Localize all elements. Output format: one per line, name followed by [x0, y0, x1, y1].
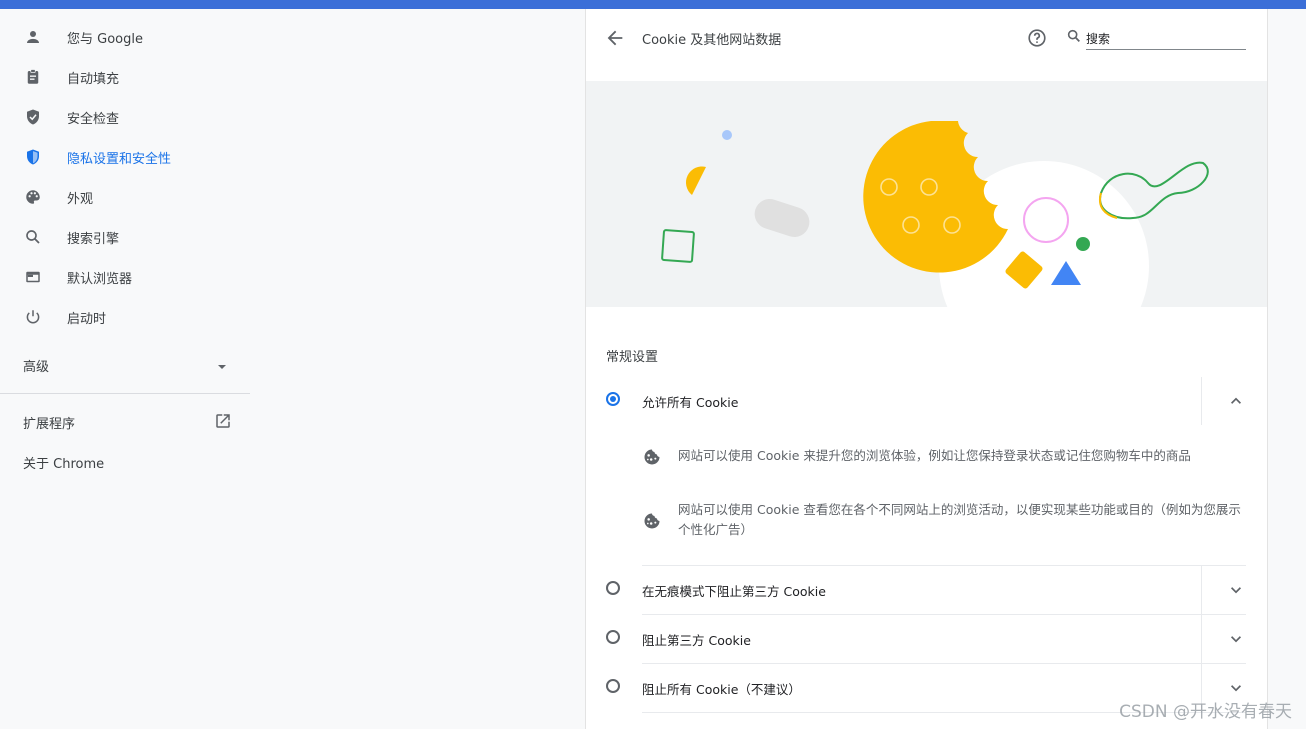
vertical-divider — [1201, 615, 1202, 663]
cookie-icon — [642, 511, 662, 531]
shield-check-icon — [23, 107, 43, 127]
watermark: CSDN @开水没有春天 — [1119, 702, 1292, 722]
clipboard-icon — [23, 67, 43, 87]
open-external-icon — [214, 412, 232, 434]
sidebar-item-appearance[interactable]: 外观 — [0, 177, 250, 217]
sidebar-item-label: 启动时 — [67, 311, 107, 327]
search-input[interactable] — [1086, 27, 1246, 50]
top-bar — [0, 0, 1306, 9]
sidebar-item-extensions[interactable]: 扩展程序 — [0, 401, 250, 441]
radio-button[interactable] — [606, 392, 620, 406]
sidebar-item-safety-check[interactable]: 安全检查 — [0, 97, 250, 137]
option-label: 阻止第三方 Cookie — [642, 633, 751, 648]
sidebar-item-autofill[interactable]: 自动填充 — [0, 57, 250, 97]
sidebar-item-privacy[interactable]: 隐私设置和安全性 — [0, 137, 250, 177]
extensions-label: 扩展程序 — [23, 417, 76, 432]
cookie-icon — [642, 447, 662, 467]
chevron-up-icon[interactable] — [1226, 391, 1246, 411]
sidebar-advanced-toggle[interactable]: 高级 — [0, 344, 250, 384]
back-arrow-icon[interactable] — [604, 27, 626, 49]
radio-button[interactable] — [606, 630, 620, 644]
power-icon — [23, 307, 43, 327]
sidebar-item-default-browser[interactable]: 默认浏览器 — [0, 257, 250, 297]
sidebar-item-label: 您与 Google — [67, 31, 143, 47]
about-label: 关于 Chrome — [23, 457, 105, 472]
sidebar-divider — [0, 393, 250, 394]
search-icon — [23, 227, 43, 247]
vertical-divider — [1201, 377, 1202, 425]
chevron-down-icon[interactable] — [1226, 629, 1246, 649]
advanced-label: 高级 — [23, 360, 50, 375]
sidebar-item-label: 安全检查 — [67, 111, 120, 127]
palette-icon — [23, 187, 43, 207]
cookie-option-block-third-party-incognito[interactable]: 在无痕模式下阻止第三方 Cookie — [586, 566, 1267, 614]
cookies-settings-card: Cookie 及其他网站数据 常规设置 允许所有 Co — [585, 9, 1268, 729]
sidebar-item-label: 搜索引擎 — [67, 231, 120, 247]
chevron-down-icon[interactable] — [1226, 580, 1246, 600]
sidebar-item-label: 隐私设置和安全性 — [67, 151, 172, 167]
radio-button[interactable] — [606, 581, 620, 595]
sidebar-item-label: 默认浏览器 — [67, 271, 133, 287]
privacy-shield-icon — [23, 147, 43, 167]
option-label: 在无痕模式下阻止第三方 Cookie — [642, 584, 826, 599]
browser-icon — [23, 267, 43, 287]
option-label: 阻止所有 Cookie（不建议） — [642, 682, 801, 697]
detail-text: 网站可以使用 Cookie 来提升您的浏览体验，例如让您保持登录状态或记住您购物… — [678, 448, 1191, 463]
sidebar-item-search-engine[interactable]: 搜索引擎 — [0, 217, 250, 257]
sidebar-item-you-and-google[interactable]: 您与 Google — [0, 17, 250, 57]
sidebar-item-on-startup[interactable]: 启动时 — [0, 297, 250, 337]
chevron-down-icon[interactable] — [1226, 678, 1246, 698]
help-icon[interactable] — [1026, 27, 1048, 49]
cookie-option-allow-all[interactable]: 允许所有 Cookie — [586, 377, 1267, 425]
cookie-option-block-third-party[interactable]: 阻止第三方 Cookie — [586, 615, 1267, 663]
radio-button[interactable] — [606, 679, 620, 693]
sidebar-item-about-chrome[interactable]: 关于 Chrome — [0, 441, 250, 481]
sidebar-item-label: 自动填充 — [67, 71, 120, 87]
search-icon — [1066, 28, 1082, 44]
cookie-illustration — [586, 81, 1267, 307]
caret-down-icon — [216, 358, 228, 377]
person-icon — [23, 27, 43, 47]
option-label: 允许所有 Cookie — [642, 395, 739, 410]
sidebar-item-label: 外观 — [67, 191, 94, 207]
vertical-divider — [1201, 566, 1202, 614]
section-label: 常规设置 — [606, 350, 659, 365]
page-title: Cookie 及其他网站数据 — [642, 33, 782, 48]
detail-text: 网站可以使用 Cookie 查看您在各个不同网站上的浏览活动，以便实现某些功能或… — [678, 502, 1241, 537]
